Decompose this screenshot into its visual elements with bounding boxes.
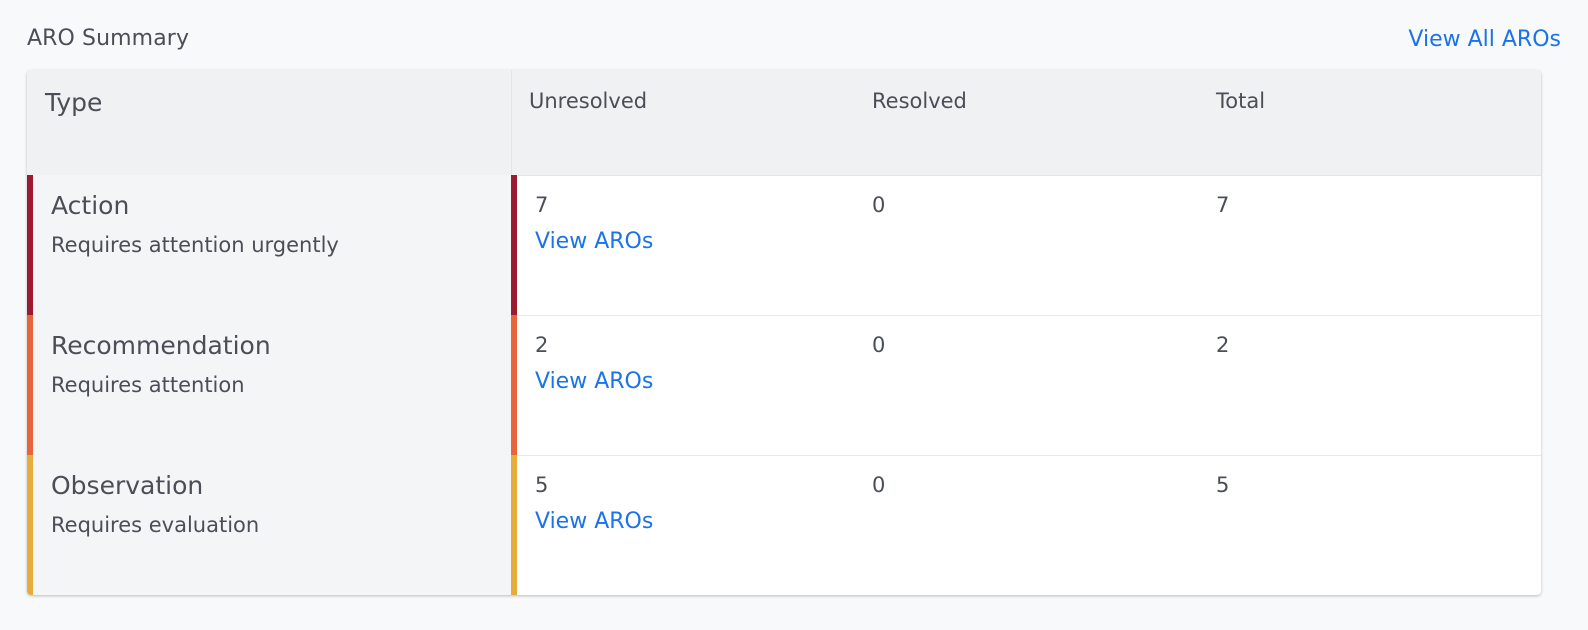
header-type-label: Type	[45, 88, 103, 117]
unresolved-indicator	[511, 175, 517, 315]
header-unresolved: Unresolved	[529, 89, 648, 113]
unresolved-indicator	[511, 315, 517, 455]
type-name: Action	[51, 191, 130, 220]
view-aros-link[interactable]: View AROs	[535, 369, 653, 394]
severity-indicator	[27, 315, 33, 455]
total-count: 2	[1216, 333, 1230, 357]
unresolved-indicator	[511, 455, 517, 595]
table-row: Action Requires attention urgently 7 Vie…	[27, 175, 1541, 316]
type-cell: Observation Requires evaluation	[27, 455, 511, 595]
type-cell: Recommendation Requires attention	[27, 315, 511, 455]
type-description: Requires attention	[51, 373, 245, 397]
header-total: Total	[1216, 89, 1266, 113]
unresolved-count: 2	[535, 333, 549, 357]
resolved-count: 0	[872, 333, 886, 357]
total-count: 7	[1216, 193, 1230, 217]
resolved-count: 0	[872, 473, 886, 497]
severity-indicator	[27, 455, 33, 595]
unresolved-count: 7	[535, 193, 549, 217]
resolved-count: 0	[872, 193, 886, 217]
severity-indicator	[27, 175, 33, 315]
type-cell: Action Requires attention urgently	[27, 175, 511, 315]
type-description: Requires evaluation	[51, 513, 260, 537]
type-name: Observation	[51, 471, 204, 500]
view-aros-link[interactable]: View AROs	[535, 509, 653, 534]
total-count: 5	[1216, 473, 1230, 497]
type-description: Requires attention urgently	[51, 233, 339, 257]
table-row: Observation Requires evaluation 5 View A…	[27, 455, 1541, 595]
aro-summary-section: ARO Summary View All AROs Type Unresolve…	[0, 0, 1588, 630]
view-aros-link[interactable]: View AROs	[535, 229, 653, 254]
aro-summary-table: Type Unresolved Resolved Total Action Re…	[27, 70, 1541, 595]
header-cell-type: Type	[27, 70, 512, 175]
type-name: Recommendation	[51, 331, 271, 360]
table-row: Recommendation Requires attention 2 View…	[27, 315, 1541, 456]
unresolved-count: 5	[535, 473, 549, 497]
header-resolved: Resolved	[872, 89, 967, 113]
table-header: Type Unresolved Resolved Total	[27, 70, 1541, 176]
section-title: ARO Summary	[27, 26, 190, 51]
view-all-aros-link[interactable]: View All AROs	[1408, 27, 1561, 52]
